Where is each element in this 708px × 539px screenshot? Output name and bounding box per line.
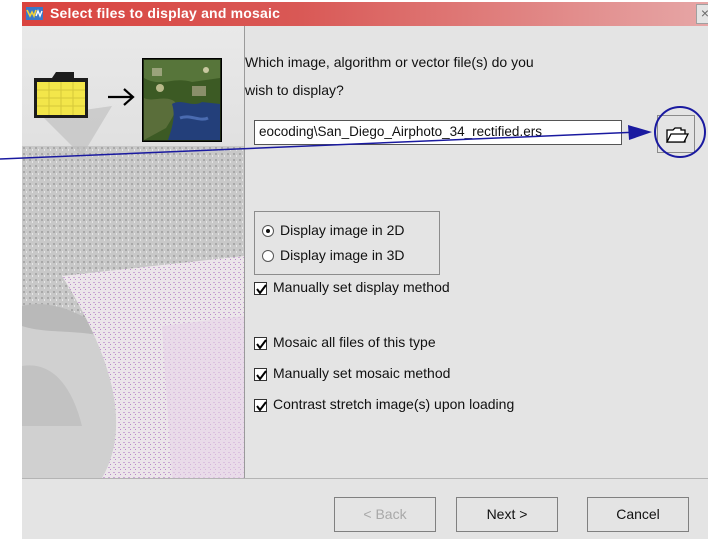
arrow-right-icon [108, 88, 135, 106]
window-title: Select files to display and mosaic [50, 5, 281, 21]
label-contrast-stretch[interactable]: Contrast stretch image(s) upon loading [273, 396, 514, 412]
checkbox-manual-mosaic[interactable] [254, 368, 267, 381]
label-2d[interactable]: Display image in 2D [280, 222, 405, 238]
browse-button[interactable] [657, 115, 695, 153]
checkmark-icon [256, 370, 267, 381]
title-bar[interactable]: Select files to display and mosaic × [22, 2, 708, 26]
wizard-button-bar: < Back Next > Cancel [22, 478, 708, 539]
wizard-side-image [22, 26, 245, 478]
display-mode-group: Display image in 2D Display image in 3D [254, 211, 440, 275]
satellite-image-thumbnail [142, 58, 222, 142]
question-line-2: wish to display? [245, 82, 344, 98]
select-files-dialog: Select files to display and mosaic × Whi… [22, 2, 708, 539]
checkbox-manual-display[interactable] [254, 282, 267, 295]
cancel-button[interactable]: Cancel [587, 497, 689, 532]
label-3d[interactable]: Display image in 3D [280, 247, 405, 263]
folder-icon [34, 72, 88, 118]
close-icon: × [700, 5, 708, 21]
checkbox-contrast-stretch[interactable] [254, 399, 267, 412]
ermapper-logo-icon [26, 7, 43, 20]
label-manual-mosaic[interactable]: Manually set mosaic method [273, 365, 450, 381]
checkmark-icon [256, 339, 267, 350]
radio-2d[interactable] [262, 225, 274, 237]
back-button[interactable]: < Back [334, 497, 436, 532]
checkbox-mosaic-all[interactable] [254, 337, 267, 350]
label-manual-display[interactable]: Manually set display method [273, 279, 450, 295]
checkmark-icon [256, 284, 267, 295]
radio-3d[interactable] [262, 250, 274, 262]
open-folder-icon [665, 127, 689, 143]
label-mosaic-all[interactable]: Mosaic all files of this type [273, 334, 436, 350]
next-button[interactable]: Next > [456, 497, 558, 532]
checkmark-icon [256, 401, 267, 412]
question-text: Which image, algorithm or vector file(s)… [245, 48, 685, 104]
close-button[interactable]: × [696, 4, 708, 24]
file-path-input[interactable]: eocoding\San_Diego_Airphoto_34_rectified… [254, 120, 622, 145]
question-line-1: Which image, algorithm or vector file(s)… [245, 54, 534, 70]
wizard-content: Which image, algorithm or vector file(s)… [245, 26, 708, 478]
